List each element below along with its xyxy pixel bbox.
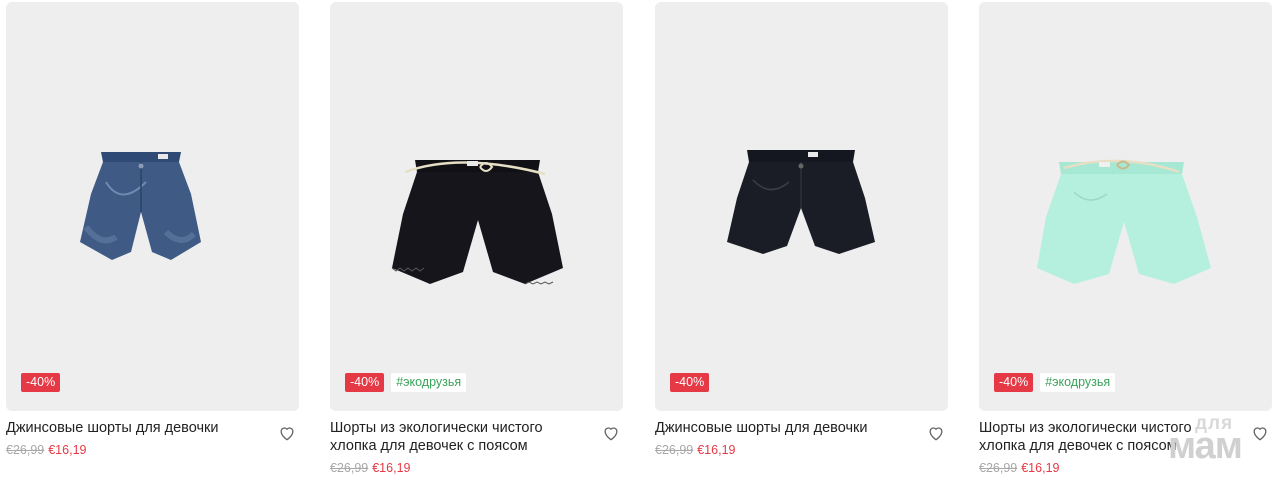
- old-price: €26,99: [979, 461, 1018, 475]
- heart-outline-icon[interactable]: [277, 423, 297, 443]
- price: €26,99 €16,19: [330, 461, 623, 476]
- product-card[interactable]: -40% #экодрузья Шорты из экологически чи…: [330, 2, 623, 476]
- discount-badge: -40%: [21, 373, 61, 392]
- product-card[interactable]: -40% Джинсовые шорты для девочки €26,99 €…: [6, 2, 299, 458]
- heart-outline-icon[interactable]: [926, 423, 946, 443]
- eco-tag[interactable]: #экодрузья: [391, 373, 467, 392]
- price: €26,99 €16,19: [6, 443, 299, 458]
- product-card[interactable]: -40% #экодрузья Шорты из экологически чи…: [979, 2, 1272, 476]
- mint-shorts-image: [1037, 159, 1211, 284]
- watermark-line2: мам: [1168, 425, 1243, 467]
- product-image[interactable]: -40%: [655, 2, 948, 411]
- black-denim-shorts-image: [727, 150, 875, 254]
- badges: -40% #экодрузья: [345, 373, 467, 392]
- badges: -40%: [670, 373, 710, 392]
- badges: -40% #экодрузья: [994, 373, 1116, 392]
- denim-shorts-image: [80, 152, 201, 260]
- product-title[interactable]: Джинсовые шорты для девочки: [655, 419, 905, 437]
- site-watermark: для мам: [1168, 413, 1268, 467]
- old-price: €26,99: [330, 461, 369, 475]
- discount-badge: -40%: [670, 373, 710, 392]
- old-price: €26,99: [6, 443, 45, 457]
- old-price: €26,99: [655, 443, 694, 457]
- product-card[interactable]: -40% Джинсовые шорты для девочки €26,99 €…: [655, 2, 948, 458]
- sale-price: €16,19: [697, 443, 736, 457]
- product-title[interactable]: Джинсовые шорты для девочки: [6, 419, 256, 437]
- product-title[interactable]: Шорты из экологически чистого хлопка для…: [330, 419, 580, 455]
- discount-badge: -40%: [994, 373, 1034, 392]
- black-shorts-image: [391, 160, 563, 285]
- sale-price: €16,19: [48, 443, 87, 457]
- heart-outline-icon[interactable]: [601, 423, 621, 443]
- price: €26,99 €16,19: [655, 443, 948, 458]
- product-image[interactable]: -40% #экодрузья: [330, 2, 623, 411]
- discount-badge: -40%: [345, 373, 385, 392]
- badges: -40%: [21, 373, 61, 392]
- product-image[interactable]: -40% #экодрузья: [979, 2, 1272, 411]
- eco-tag[interactable]: #экодрузья: [1040, 373, 1116, 392]
- sale-price: €16,19: [372, 461, 411, 475]
- product-image[interactable]: -40%: [6, 2, 299, 411]
- sale-price: €16,19: [1021, 461, 1060, 475]
